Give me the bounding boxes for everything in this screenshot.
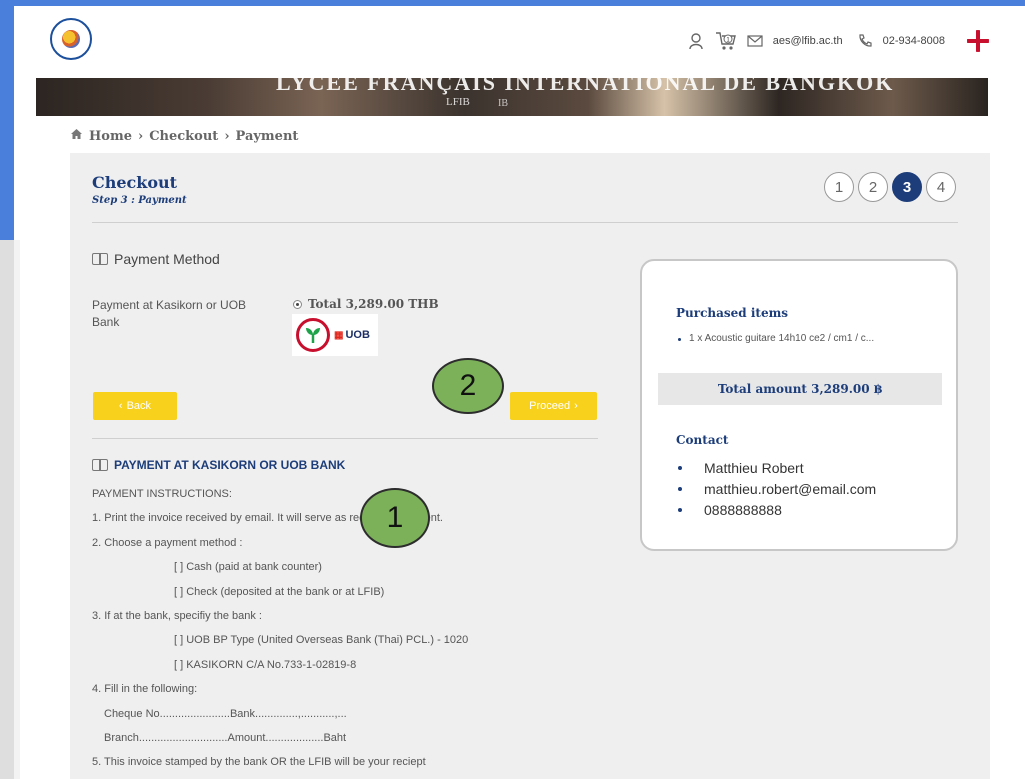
total-amount: Total amount 3,289.00 ฿	[658, 373, 942, 405]
instruction-option: [ ] Check (deposited at the bank or at L…	[174, 585, 385, 598]
contact-email-text: matthieu.robert@email.com	[704, 480, 877, 497]
instruction-line: 3. If at the bank, specifiy the bank :	[92, 609, 262, 622]
step-1[interactable]: 1	[824, 172, 854, 202]
page-subtitle: Step 3 : Payment	[92, 195, 187, 206]
user-icon[interactable]	[687, 32, 705, 50]
divider	[92, 438, 598, 439]
instruction-fill-line: Cheque No.......................Bank....…	[104, 707, 347, 720]
uob-mark-icon: ▦	[334, 329, 344, 341]
instruction-line: 5. This invoice stamped by the bank OR t…	[92, 756, 426, 769]
proceed-button[interactable]: Proceed ›	[510, 392, 597, 420]
home-icon	[70, 128, 83, 144]
purchased-items-title: Purchased items	[676, 306, 789, 320]
banner-title: LYCÉE FRANÇAIS INTERNATIONAL DE BANGKOK	[276, 78, 895, 95]
breadcrumb: Home › Checkout › Payment	[70, 128, 298, 144]
instruction-option: [ ] Cash (paid at bank counter)	[174, 561, 322, 574]
uob-logo: ▦ UOB	[334, 329, 370, 341]
step-3: 3	[892, 172, 922, 202]
back-button[interactable]: ‹ Back	[93, 392, 177, 420]
site-header: 1 aes@lfib.ac.th 02-934-8008	[14, 6, 1025, 78]
instruction-fill-line: Branch.............................Amoun…	[104, 731, 347, 744]
bank-instructions-title: PAYMENT AT KASIKORN OR UOB BANK	[114, 458, 346, 472]
school-logo[interactable]	[50, 18, 92, 60]
instruction-option: [ ] UOB BP Type (United Overseas Bank (T…	[174, 634, 469, 647]
payment-option[interactable]: Total 3,289.00 THB	[293, 297, 439, 311]
step-2[interactable]: 2	[858, 172, 888, 202]
contact-list: Matthieu Robert matthieu.robert@email.co…	[678, 457, 876, 520]
contact-name: Matthieu Robert	[678, 457, 876, 478]
header-email[interactable]: aes@lfib.ac.th	[773, 35, 843, 47]
page-title: Checkout	[92, 173, 178, 192]
mail-icon	[747, 35, 763, 47]
order-summary-box: Purchased items 1 x Acoustic guitare 14h…	[640, 259, 958, 551]
payment-method-title: Payment Method	[114, 251, 220, 267]
step-4: 4	[926, 172, 956, 202]
contact-title: Contact	[676, 433, 729, 447]
hero-banner: LYCÉE FRANÇAIS INTERNATIONAL DE BANGKOK …	[36, 78, 988, 116]
proceed-label: Proceed	[529, 400, 571, 412]
left-scroll-strip	[0, 240, 14, 779]
bank-instructions-heading: PAYMENT AT KASIKORN OR UOB BANK	[92, 458, 345, 472]
breadcrumb-home[interactable]: Home	[89, 129, 132, 144]
banner-sub-label-2: IB	[498, 98, 508, 109]
uk-flag-icon[interactable]	[967, 30, 989, 52]
bullet-icon	[678, 507, 682, 512]
cart-icon[interactable]: 1	[715, 31, 737, 51]
book-icon	[92, 459, 108, 471]
purchased-item: 1 x Acoustic guitare 14h10 ce2 / cm1 / c…	[678, 333, 874, 344]
contact-name-text: Matthieu Robert	[704, 459, 804, 476]
header-phone[interactable]: 02-934-8008	[883, 35, 945, 47]
window-left-border	[0, 0, 14, 240]
left-scroll-track	[14, 240, 20, 779]
bullet-icon	[678, 486, 682, 491]
banner-sub-label: LFIB	[446, 96, 470, 108]
kasikorn-logo-icon	[296, 318, 330, 352]
contact-phone-text: 0888888888	[704, 501, 782, 518]
payment-radio[interactable]	[293, 299, 302, 309]
logo-emblem-icon	[62, 30, 80, 48]
back-label: Back	[126, 400, 152, 412]
instruction-line: 4. Fill in the following:	[92, 683, 198, 696]
instruction-option: [ ] KASIKORN C/A No.733-1-02819-8	[174, 658, 357, 671]
uob-label: UOB	[345, 329, 370, 341]
chevron-left-icon: ‹	[118, 400, 123, 412]
annotation-marker-1: 1	[360, 488, 430, 548]
contact-email: matthieu.robert@email.com	[678, 478, 876, 499]
book-icon	[92, 253, 108, 265]
chevron-right-icon: ›	[137, 128, 144, 144]
breadcrumb-checkout[interactable]: Checkout	[149, 129, 218, 144]
payment-method-heading: Payment Method	[92, 251, 220, 267]
bullet-icon	[678, 465, 682, 470]
phone-icon	[857, 33, 873, 49]
breadcrumb-payment: Payment	[235, 128, 299, 144]
header-toolbar: 1 aes@lfib.ac.th 02-934-8008	[687, 30, 989, 52]
chevron-right-icon: ›	[574, 400, 578, 412]
step-indicator: 1 2 3 4	[824, 172, 956, 202]
checkout-panel: Checkout Step 3 : Payment 1 2 3 4 Paymen…	[70, 153, 990, 779]
contact-phone: 0888888888	[678, 499, 876, 520]
payment-option-label: Payment at Kasikorn or UOB Bank	[92, 298, 247, 329]
annotation-marker-2: 2	[432, 358, 504, 414]
bank-logos: ▦ UOB	[292, 314, 378, 356]
payment-total: Total 3,289.00 THB	[308, 297, 439, 311]
bullet-icon	[678, 338, 681, 341]
chevron-right-icon: ›	[224, 128, 230, 144]
divider	[92, 222, 958, 223]
purchased-item-label: 1 x Acoustic guitare 14h10 ce2 / cm1 / c…	[689, 333, 875, 344]
